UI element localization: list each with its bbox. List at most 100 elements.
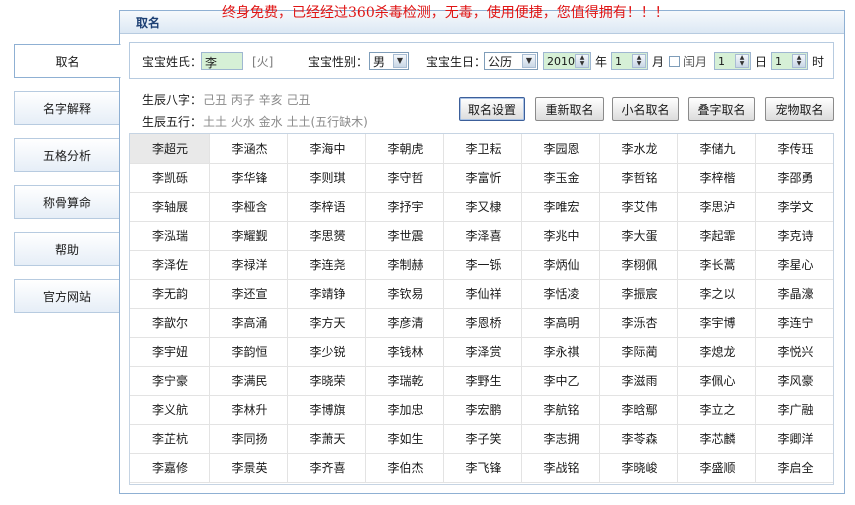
name-cell[interactable]: 李泽赏: [443, 337, 522, 367]
name-cell[interactable]: 李立之: [677, 395, 756, 425]
pet-name-button[interactable]: 宠物取名: [765, 97, 834, 121]
day-spinner[interactable]: 1 ▲ ▼: [714, 52, 751, 70]
name-cell[interactable]: 李富忻: [443, 163, 522, 193]
name-cell[interactable]: 李义航: [130, 395, 210, 425]
name-cell[interactable]: 李轴展: [130, 192, 210, 222]
spin-arrows-icon[interactable]: ▲ ▼: [632, 54, 646, 68]
calendar-select[interactable]: 公历 ▼: [484, 52, 538, 70]
surname-input[interactable]: 李: [201, 52, 243, 70]
name-cell[interactable]: 李林升: [209, 395, 288, 425]
name-cell[interactable]: 李钦易: [365, 279, 444, 309]
name-cell[interactable]: 李梓楷: [677, 163, 756, 193]
name-cell[interactable]: 李还宣: [209, 279, 288, 309]
nav-name-explain[interactable]: 名字解释: [14, 91, 120, 125]
name-cell[interactable]: 李熄龙: [677, 337, 756, 367]
name-cell[interactable]: 李哲铭: [599, 163, 678, 193]
name-cell[interactable]: 李超元: [130, 134, 210, 164]
name-cell[interactable]: 李如生: [365, 424, 444, 454]
name-cell[interactable]: 李彦清: [365, 308, 444, 338]
name-cell[interactable]: 李炳仙: [521, 250, 600, 280]
name-cell[interactable]: 李嘉修: [130, 453, 210, 483]
name-cell[interactable]: 李思泸: [677, 192, 756, 222]
name-cell[interactable]: 李广融: [755, 395, 833, 425]
name-cell[interactable]: 李韵恒: [209, 337, 288, 367]
name-cell[interactable]: 李邵勇: [755, 163, 833, 193]
name-cell[interactable]: 李方天: [287, 308, 366, 338]
name-cell[interactable]: 李栩佩: [599, 250, 678, 280]
name-cell[interactable]: 李齐喜: [287, 453, 366, 483]
name-cell[interactable]: 李大蛋: [599, 221, 678, 251]
name-cell[interactable]: 李启全: [755, 453, 833, 483]
name-cell[interactable]: 李艾伟: [599, 192, 678, 222]
spin-arrows-icon[interactable]: ▲ ▼: [735, 54, 749, 68]
name-cell[interactable]: 李学文: [755, 192, 833, 222]
name-cell[interactable]: 李晓荣: [287, 366, 366, 396]
leap-month-checkbox[interactable]: [669, 56, 680, 67]
name-cell[interactable]: 李加忠: [365, 395, 444, 425]
name-cell[interactable]: 李水龙: [599, 134, 678, 164]
name-cell[interactable]: 李克诗: [755, 221, 833, 251]
name-cell[interactable]: 李钱林: [365, 337, 444, 367]
name-cell[interactable]: 李宏鹏: [443, 395, 522, 425]
name-cell[interactable]: 李思赟: [287, 221, 366, 251]
nav-wuge-analysis[interactable]: 五格分析: [14, 138, 120, 172]
nav-qiming[interactable]: 取名: [14, 44, 121, 78]
name-cell[interactable]: 李高明: [521, 308, 600, 338]
name-cell[interactable]: 李永祺: [521, 337, 600, 367]
name-cell[interactable]: 李萧天: [287, 424, 366, 454]
name-cell[interactable]: 李连宁: [755, 308, 833, 338]
name-cell[interactable]: 李宇博: [677, 308, 756, 338]
name-cell[interactable]: 李瑞乾: [365, 366, 444, 396]
name-cell[interactable]: 李子笑: [443, 424, 522, 454]
name-cell[interactable]: 李长蒿: [677, 250, 756, 280]
name-cell[interactable]: 李恩桥: [443, 308, 522, 338]
name-cell[interactable]: 李起霏: [677, 221, 756, 251]
name-cell[interactable]: 李唯宏: [521, 192, 600, 222]
spin-arrows-icon[interactable]: ▲ ▼: [792, 54, 806, 68]
name-cell[interactable]: 李华锋: [209, 163, 288, 193]
name-cell[interactable]: 李星心: [755, 250, 833, 280]
name-cell[interactable]: 李振宸: [599, 279, 678, 309]
name-cell[interactable]: 李抒宇: [365, 192, 444, 222]
name-cell[interactable]: 李无韵: [130, 279, 210, 309]
name-cell[interactable]: 李卿洋: [755, 424, 833, 454]
name-cell[interactable]: 李储九: [677, 134, 756, 164]
name-cell[interactable]: 李海中: [287, 134, 366, 164]
name-cell[interactable]: 李宇妞: [130, 337, 210, 367]
name-cell[interactable]: 李伯杰: [365, 453, 444, 483]
name-cell[interactable]: 李制赫: [365, 250, 444, 280]
name-cell[interactable]: 李涵杰: [209, 134, 288, 164]
name-cell[interactable]: 李歆尔: [130, 308, 210, 338]
name-cell[interactable]: 李野生: [443, 366, 522, 396]
name-cell[interactable]: 李朝虎: [365, 134, 444, 164]
name-cell[interactable]: 李仙祥: [443, 279, 522, 309]
name-cell[interactable]: 李芷杭: [130, 424, 210, 454]
name-cell[interactable]: 李中乙: [521, 366, 600, 396]
name-cell[interactable]: 李之以: [677, 279, 756, 309]
name-cell[interactable]: 李高涌: [209, 308, 288, 338]
naming-settings-button[interactable]: 取名设置: [459, 97, 525, 121]
name-cell[interactable]: 李凯砾: [130, 163, 210, 193]
name-cell[interactable]: 李泺杏: [599, 308, 678, 338]
name-cell[interactable]: 李又棣: [443, 192, 522, 222]
name-cell[interactable]: 李风豪: [755, 366, 833, 396]
name-cell[interactable]: 李则琪: [287, 163, 366, 193]
name-cell[interactable]: 李连尧: [287, 250, 366, 280]
name-cell[interactable]: 李禄洋: [209, 250, 288, 280]
name-cell[interactable]: 李园恩: [521, 134, 600, 164]
name-cell[interactable]: 李晗鄢: [599, 395, 678, 425]
name-cell[interactable]: 李滋雨: [599, 366, 678, 396]
name-cell[interactable]: 李泽佐: [130, 250, 210, 280]
name-cell[interactable]: 李景英: [209, 453, 288, 483]
name-cell[interactable]: 李传珏: [755, 134, 833, 164]
gender-select[interactable]: 男 ▼: [369, 52, 409, 70]
name-cell[interactable]: 李际蔺: [599, 337, 678, 367]
name-cell[interactable]: 李守哲: [365, 163, 444, 193]
hour-spinner[interactable]: 1 ▲ ▼: [771, 52, 808, 70]
name-cell[interactable]: 李恬凌: [521, 279, 600, 309]
double-char-name-button[interactable]: 叠字取名: [688, 97, 755, 121]
regenerate-names-button[interactable]: 重新取名: [535, 97, 604, 121]
name-cell[interactable]: 李苓森: [599, 424, 678, 454]
name-cell[interactable]: 李泓瑞: [130, 221, 210, 251]
name-cell[interactable]: 李泽喜: [443, 221, 522, 251]
